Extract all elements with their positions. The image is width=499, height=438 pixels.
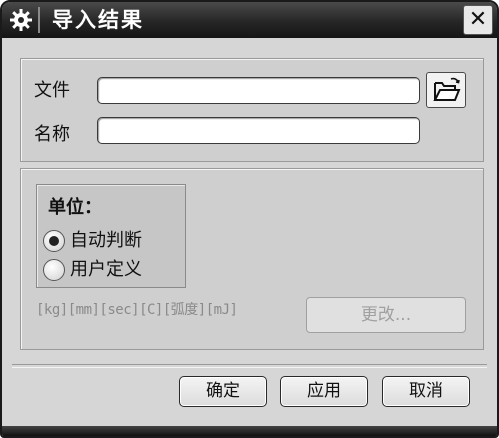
button-divider bbox=[12, 364, 487, 368]
name-label: 名称 bbox=[34, 124, 70, 145]
window-bottom-edge bbox=[2, 426, 497, 436]
name-input[interactable] bbox=[97, 117, 420, 144]
apply-button[interactable]: 应用 bbox=[280, 376, 368, 407]
radio-auto-detect[interactable] bbox=[43, 230, 65, 252]
gear-icon-graphic bbox=[10, 9, 32, 31]
file-input[interactable] bbox=[97, 77, 420, 104]
radio-auto-detect-label[interactable]: 自动判断 bbox=[70, 230, 142, 252]
change-units-button[interactable]: 更改... bbox=[306, 297, 466, 333]
ok-button[interactable]: 确定 bbox=[179, 376, 267, 407]
close-button[interactable]: ✕ bbox=[463, 5, 493, 35]
cancel-button[interactable]: 取消 bbox=[382, 376, 470, 407]
unit-list-text: [kg][mm][sec][C][弧度][mJ] bbox=[36, 302, 238, 318]
browse-button[interactable] bbox=[426, 72, 466, 108]
radio-selected-dot bbox=[49, 236, 59, 246]
file-panel bbox=[20, 58, 484, 162]
title-bar[interactable]: 导入结果 ✕ bbox=[2, 2, 497, 38]
import-results-dialog: 导入结果 ✕ 文件 名称 单位： 自动判断 用户定义 [kg][mm][sec]… bbox=[0, 0, 499, 438]
radio-user-defined-label[interactable]: 用户定义 bbox=[70, 259, 142, 281]
unit-group-title: 单位： bbox=[48, 197, 102, 218]
gear-icon[interactable] bbox=[9, 8, 33, 32]
file-label: 文件 bbox=[34, 80, 70, 101]
title-separator bbox=[38, 7, 40, 33]
folder-open-icon bbox=[433, 77, 461, 101]
radio-user-defined[interactable] bbox=[43, 259, 65, 281]
close-icon: ✕ bbox=[468, 7, 488, 32]
dialog-title: 导入结果 bbox=[52, 8, 144, 32]
